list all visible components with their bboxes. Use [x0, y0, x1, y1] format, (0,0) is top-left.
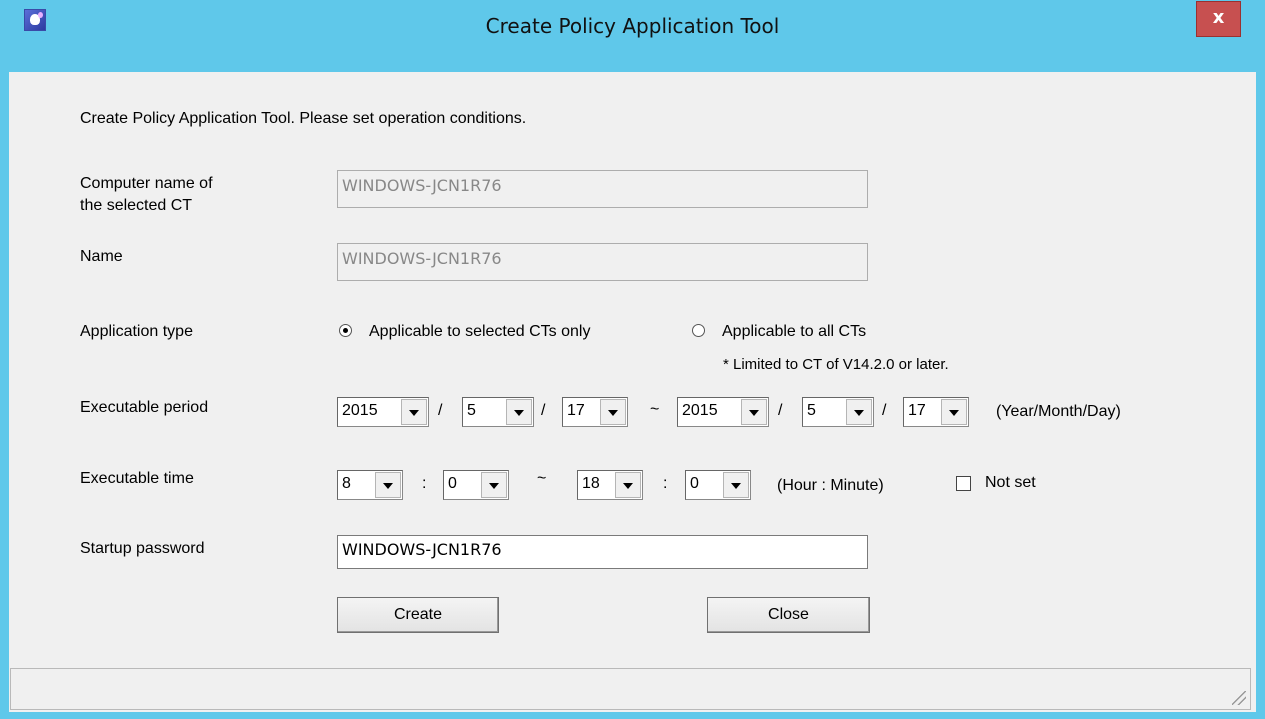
executable-time-label: Executable time [80, 470, 194, 487]
start-day-select[interactable]: 17 [562, 397, 628, 427]
application-type-note: * Limited to CT of V14.2.0 or later. [723, 356, 949, 373]
end-hour-value: 18 [582, 475, 600, 492]
start-minute-value: 0 [448, 475, 457, 492]
computer-name-label-line2: the selected CT [80, 197, 193, 214]
end-year-select[interactable]: 2015 [677, 397, 769, 427]
chevron-down-icon[interactable] [481, 472, 507, 498]
chevron-down-icon[interactable] [600, 399, 626, 425]
start-hour-select[interactable]: 8 [337, 470, 403, 500]
date-separator: / [882, 402, 887, 419]
end-hour-select[interactable]: 18 [577, 470, 643, 500]
time-range-separator: ~ [537, 470, 547, 487]
start-month-value: 5 [467, 402, 476, 419]
startup-password-field[interactable]: WINDOWS-JCN1R76 [337, 535, 868, 569]
not-set-label[interactable]: Not set [985, 473, 1036, 493]
executable-period-label: Executable period [80, 399, 209, 416]
dialog-window: Create Policy Application Tool x Create … [0, 0, 1265, 719]
radio-selected-cts-only-label[interactable]: Applicable to selected CTs only [369, 322, 590, 342]
name-field[interactable]: WINDOWS-JCN1R76 [337, 243, 868, 281]
start-month-select[interactable]: 5 [462, 397, 534, 427]
close-button[interactable]: Close [707, 597, 870, 633]
title-bar[interactable]: Create Policy Application Tool x [0, 0, 1265, 72]
end-minute-select[interactable]: 0 [685, 470, 751, 500]
end-month-select[interactable]: 5 [802, 397, 874, 427]
date-separator: / [541, 402, 546, 419]
start-year-value: 2015 [342, 402, 378, 419]
create-button[interactable]: Create [337, 597, 499, 633]
not-set-checkbox[interactable] [956, 476, 971, 491]
window-title: Create Policy Application Tool [485, 14, 780, 38]
chevron-down-icon[interactable] [506, 399, 532, 425]
computer-name-field[interactable]: WINDOWS-JCN1R76 [337, 170, 868, 208]
time-format-hint: (Hour : Minute) [777, 477, 884, 494]
date-separator: / [438, 402, 443, 419]
start-day-value: 17 [567, 402, 585, 419]
end-month-value: 5 [807, 402, 816, 419]
status-bar [10, 668, 1251, 710]
end-minute-value: 0 [690, 475, 699, 492]
dialog-body: Create Policy Application Tool. Please s… [9, 72, 1256, 712]
chevron-down-icon[interactable] [741, 399, 767, 425]
resize-grip-icon[interactable] [1232, 691, 1246, 705]
startup-password-label: Startup password [80, 540, 205, 557]
chevron-down-icon[interactable] [401, 399, 427, 425]
end-day-value: 17 [908, 402, 926, 419]
date-format-hint: (Year/Month/Day) [996, 403, 1121, 420]
chevron-down-icon[interactable] [846, 399, 872, 425]
start-minute-select[interactable]: 0 [443, 470, 509, 500]
period-range-separator: ~ [650, 401, 660, 418]
computer-name-label-line1: Computer name of [80, 175, 213, 192]
application-type-label: Application type [80, 323, 193, 340]
time-separator: : [663, 475, 668, 492]
date-separator: / [778, 402, 783, 419]
chevron-down-icon[interactable] [723, 472, 749, 498]
radio-selected-cts-only[interactable] [339, 324, 352, 337]
end-year-value: 2015 [682, 402, 718, 419]
chevron-down-icon[interactable] [941, 399, 967, 425]
instructions-text: Create Policy Application Tool. Please s… [80, 110, 527, 127]
chevron-down-icon[interactable] [375, 472, 401, 498]
time-separator: : [422, 475, 427, 492]
start-year-select[interactable]: 2015 [337, 397, 429, 427]
close-window-button[interactable]: x [1196, 1, 1241, 37]
radio-all-cts[interactable] [692, 324, 705, 337]
chevron-down-icon[interactable] [615, 472, 641, 498]
start-hour-value: 8 [342, 475, 351, 492]
radio-all-cts-label[interactable]: Applicable to all CTs [722, 322, 866, 342]
name-label: Name [80, 248, 123, 265]
end-day-select[interactable]: 17 [903, 397, 969, 427]
